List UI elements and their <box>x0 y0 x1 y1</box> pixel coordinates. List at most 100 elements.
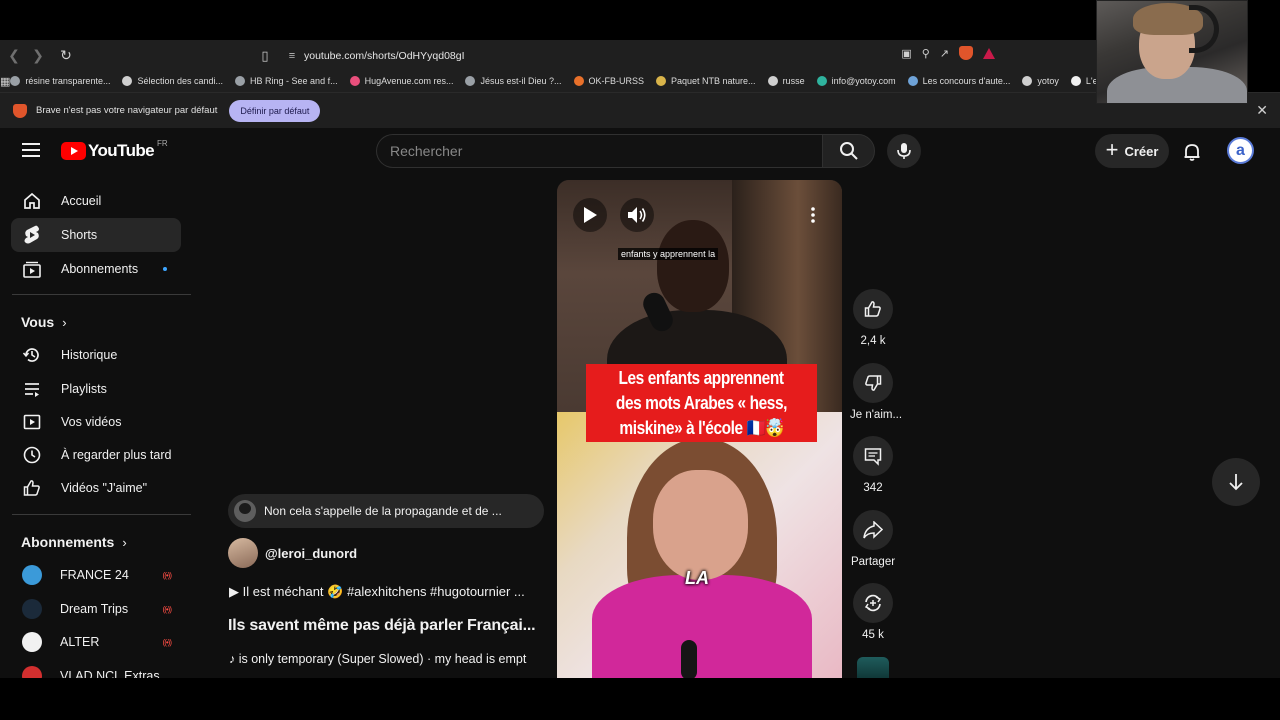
apps-grid-icon[interactable]: ▦ <box>0 75 10 88</box>
bookmark-label: OK-FB-URSS <box>588 76 645 86</box>
next-short-button[interactable] <box>1212 458 1260 506</box>
dislike-action: Je n'aim... <box>850 363 903 421</box>
bookmark-label: Les concours d'aute... <box>922 76 1011 86</box>
reload-icon[interactable]: ↻ <box>56 45 76 65</box>
sidebar-section-abonnements[interactable]: Abonnements › <box>21 534 127 550</box>
sidebar-channel-france24[interactable]: FRANCE 24 ((•)) <box>11 558 181 592</box>
bookmark-item[interactable]: OK-FB-URSS <box>573 76 645 86</box>
share-action: Partager <box>850 510 896 568</box>
sidebar-item-abonnements[interactable]: Abonnements <box>11 252 181 286</box>
sidebar-section-vous[interactable]: Vous › <box>21 314 67 330</box>
set-default-button[interactable]: Définir par défaut <box>229 99 321 122</box>
share-icon[interactable]: ↗ <box>940 47 949 60</box>
bookmark-item[interactable]: Jésus est-il Dieu ?... <box>465 76 562 86</box>
bookmark-item[interactable]: Les concours d'aute... <box>907 76 1011 86</box>
thumbs-down-icon <box>865 375 882 391</box>
sidebar-channel-vlad-ncl-extras[interactable]: VLAD NCL Extras <box>11 659 181 678</box>
dislike-button[interactable] <box>853 363 893 403</box>
share-arrow-icon <box>863 521 883 539</box>
top-comment-preview[interactable]: Non cela s'appelle de la propagande et d… <box>228 494 544 528</box>
sidebar-item-label: Vos vidéos <box>61 415 122 429</box>
volume-button[interactable] <box>620 198 654 232</box>
close-icon[interactable]: ✕ <box>1256 102 1268 119</box>
channel-avatar[interactable] <box>228 538 258 568</box>
comments-button[interactable] <box>853 436 893 476</box>
live-icon: ((•)) <box>162 604 173 614</box>
shorts-icon <box>21 224 43 246</box>
channel-row[interactable]: @leroi_dunord <box>228 538 357 568</box>
account-avatar[interactable]: a <box>1227 137 1254 164</box>
sidebar-item-label: VLAD NCL Extras <box>60 669 160 678</box>
audio-thumbnail[interactable] <box>857 657 889 678</box>
more-options-button[interactable] <box>796 198 830 232</box>
sidebar-channel-alter[interactable]: ALTER ((•)) <box>11 625 181 659</box>
more-vert-icon <box>811 207 815 223</box>
bookmark-item[interactable]: Paquet NTB nature... <box>656 76 756 86</box>
bookmark-label: Jésus est-il Dieu ?... <box>480 76 562 86</box>
notifications-button[interactable] <box>1180 140 1204 164</box>
back-icon[interactable]: ❮ <box>4 45 24 65</box>
comment-icon <box>864 448 882 466</box>
sidebar-item-shorts[interactable]: Shorts <box>11 218 181 252</box>
sidebar-item-vos-videos[interactable]: Vos vidéos <box>11 405 181 439</box>
url-text[interactable]: youtube.com/shorts/OdHYyqd08gI <box>304 50 465 62</box>
music-track[interactable]: ♪ is only temporary (Super Slowed) · my … <box>229 652 545 666</box>
create-button[interactable]: + Créer <box>1095 134 1169 168</box>
share-button[interactable] <box>853 510 893 550</box>
channel-name[interactable]: @leroi_dunord <box>265 546 357 561</box>
brave-rewards-icon[interactable] <box>983 47 995 59</box>
bookmark-label: HugAvenue.com res... <box>364 76 454 86</box>
sidebar-item-historique[interactable]: Historique <box>11 338 181 372</box>
short-description[interactable]: ▶ Il est méchant 🤣 #alexhitchens #hugoto… <box>229 584 525 600</box>
youtube-logo[interactable]: YouTube FR <box>61 139 168 161</box>
youtube-play-icon <box>61 142 86 160</box>
comments-action: 342 <box>850 436 896 494</box>
bookmark-icon[interactable]: ▯ <box>254 48 276 64</box>
video-subtitle: enfants y apprennent la <box>618 248 719 260</box>
bookmark-favicon-icon <box>1070 76 1081 86</box>
bookmark-favicon-icon <box>122 76 133 86</box>
live-icon: ((•)) <box>162 637 173 647</box>
bookmark-item[interactable]: Sélection des candi... <box>122 76 223 86</box>
sidebar-channel-dream-trips[interactable]: Dream Trips ((•)) <box>11 592 181 626</box>
bookmark-item[interactable]: yotoy <box>1022 76 1059 86</box>
sidebar-item-label: Shorts <box>61 228 98 242</box>
zoom-icon[interactable]: ⚲ <box>922 47 930 60</box>
comment-text: Non cela s'appelle de la propagande et d… <box>264 504 502 518</box>
sidebar-item-videos-jaime[interactable]: Vidéos "J'aime" <box>11 471 181 505</box>
remix-button[interactable] <box>853 583 893 623</box>
video-text-banner: Les enfants apprennent des mots Arabes «… <box>586 364 817 442</box>
sidebar-item-regarder-plus-tard[interactable]: À regarder plus tard <box>11 438 181 472</box>
bookmark-item[interactable]: info@yotoy.com <box>816 76 896 86</box>
site-settings-icon[interactable]: ≡ <box>282 50 302 62</box>
brave-shields-icon[interactable] <box>959 46 973 60</box>
bookmark-favicon-icon <box>1022 76 1033 86</box>
sidebar-item-label: Dream Trips <box>60 602 129 616</box>
short-title[interactable]: Ils savent même pas déjà parler Françai.… <box>228 617 536 635</box>
sidebar-item-playlists[interactable]: Playlists <box>11 372 181 406</box>
short-video-player[interactable]: enfants y apprennent la Les enfants appr… <box>557 180 842 678</box>
like-button[interactable] <box>853 289 893 329</box>
menu-icon[interactable] <box>22 143 40 157</box>
screen-bottom-bar <box>0 678 1280 720</box>
bookmarks-bar: ▦ résine transparente... Sélection des ca… <box>0 70 1100 92</box>
forward-icon[interactable]: ❯ <box>28 45 48 65</box>
search-button[interactable] <box>822 134 875 168</box>
bookmark-item[interactable]: russe <box>767 76 805 86</box>
sidebar-item-accueil[interactable]: Accueil <box>11 184 181 218</box>
sidebar-item-label: Accueil <box>61 194 102 208</box>
commenter-avatar <box>234 500 256 522</box>
voice-search-button[interactable] <box>887 134 921 168</box>
dislike-label: Je n'aim... <box>850 409 903 421</box>
address-bar[interactable]: ▯ ≡ youtube.com/shorts/OdHYyqd08gI ▣ ⚲ ↗ <box>254 44 999 68</box>
bookmark-item[interactable]: HB Ring - See and f... <box>235 76 338 86</box>
play-button[interactable] <box>573 198 607 232</box>
bookmark-item[interactable]: HugAvenue.com res... <box>349 76 454 86</box>
bookmark-item[interactable]: résine transparente... <box>10 76 110 86</box>
bookmark-favicon-icon <box>465 76 476 86</box>
reader-mode-icon[interactable]: ▣ <box>901 47 911 60</box>
search-box[interactable] <box>376 134 823 168</box>
search-input[interactable] <box>390 143 823 159</box>
address-bar-actions: ▣ ⚲ ↗ <box>901 46 995 60</box>
section-title: Abonnements <box>21 534 115 550</box>
